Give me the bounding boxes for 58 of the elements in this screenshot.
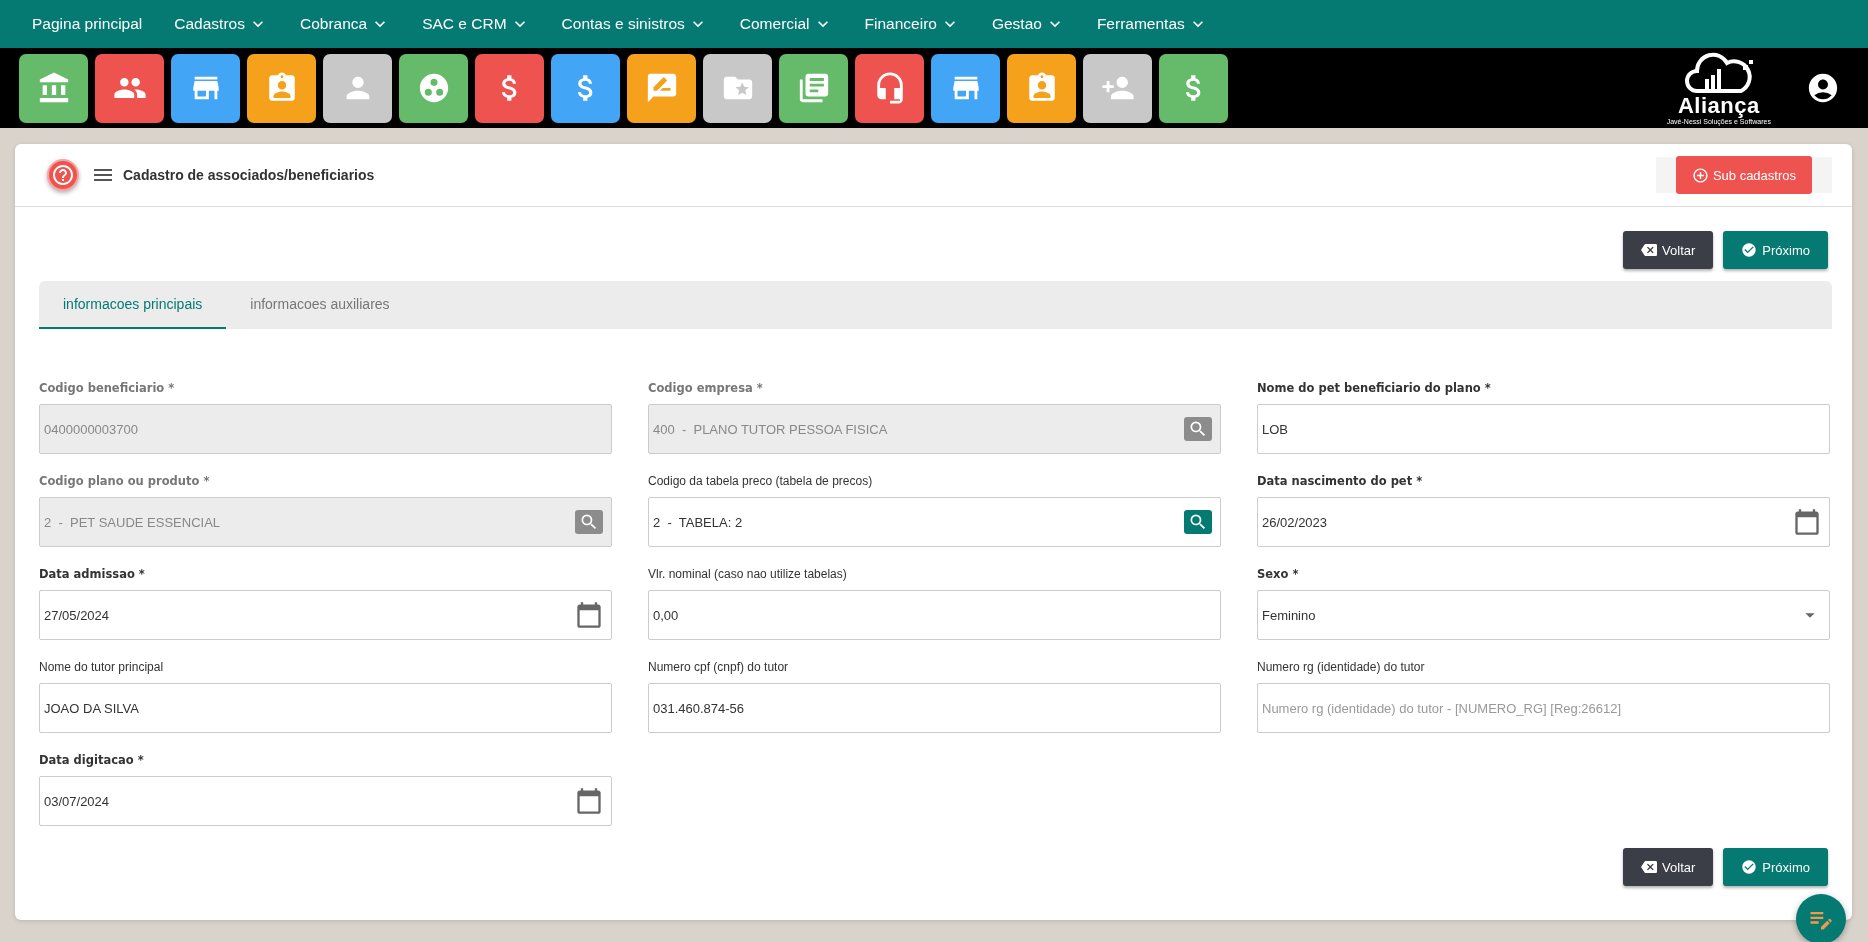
calendar-icon[interactable]	[1793, 508, 1821, 536]
nav-menu-item[interactable]: SAC e CRM	[408, 14, 544, 34]
next-button[interactable]: Próximo	[1723, 231, 1828, 269]
field-label: Nome do pet beneficiario do plano *	[1257, 381, 1492, 395]
toolbar-shortcut-button[interactable]	[1007, 53, 1076, 123]
nav-menu-item[interactable]: Ferramentas	[1082, 14, 1222, 34]
toolbar-shortcut-button[interactable]	[475, 53, 544, 123]
toolbar-shortcut-button[interactable]	[323, 53, 392, 123]
toolbar-shortcut-button[interactable]	[931, 53, 1000, 123]
field-label: Data admissao *	[39, 567, 146, 581]
help-button[interactable]	[47, 159, 79, 191]
help-icon	[51, 163, 75, 187]
toolbar-shortcut-button[interactable]	[627, 53, 696, 123]
backspace-icon	[1641, 859, 1658, 875]
user-account-icon[interactable]	[1806, 71, 1840, 105]
toolbar-shortcut-button[interactable]	[703, 53, 772, 123]
page-title: Cadastro de associados/beneficiarios	[123, 167, 375, 183]
field-label: Codigo plano ou produto *	[39, 474, 211, 488]
toolbar-shortcut-button[interactable]	[1159, 53, 1228, 123]
toolbar-shortcut-button[interactable]	[551, 53, 620, 123]
toolbar-shortcut-button[interactable]	[1083, 53, 1152, 123]
toolbar-shortcut-button[interactable]	[247, 53, 316, 123]
nav-menu-item[interactable]: Financeiro	[850, 14, 974, 34]
toolbar-shortcut-button[interactable]	[855, 53, 924, 123]
toolbar-shortcut-button[interactable]	[171, 53, 240, 123]
field-label: Sexo *	[1257, 567, 1300, 581]
field-label: Numero rg (identidade) do tutor	[1257, 660, 1426, 674]
field-label: Data nascimento do pet *	[1257, 474, 1424, 488]
next-button[interactable]: Próximo	[1723, 848, 1828, 886]
nav-menu-item[interactable]: Gestao	[977, 14, 1079, 34]
field-label: Nome do tutor principal	[39, 660, 165, 674]
backspace-icon	[1641, 242, 1658, 258]
field-label: Numero cpf (cnpf) do tutor	[648, 660, 790, 674]
logo-name: Aliança	[1677, 94, 1760, 117]
field-label: Codigo beneficiario *	[39, 381, 176, 395]
nav-menu-item[interactable]: Cadastros	[160, 14, 282, 34]
field-label: Data digitacao *	[39, 753, 145, 767]
toolbar-shortcut-button[interactable]	[779, 53, 848, 123]
tab[interactable]: informacoes principais	[39, 281, 227, 329]
toolbar-shortcut-button[interactable]	[19, 53, 88, 123]
search-button[interactable]	[1184, 510, 1212, 534]
nav-menu-item[interactable]: Comercial	[725, 14, 847, 34]
nav-menu-item[interactable]: Pagina principal	[18, 15, 157, 33]
calendar-icon[interactable]	[575, 787, 603, 815]
search-icon	[1188, 512, 1208, 532]
search-icon	[579, 512, 599, 532]
tab[interactable]: informacoes auxiliares	[226, 281, 414, 329]
nav-menu-item[interactable]: Cobranca	[285, 14, 405, 34]
calendar-icon[interactable]	[575, 601, 603, 629]
field-label: Codigo da tabela preco (tabela de precos)	[648, 474, 874, 488]
field-label: Vlr. nominal (caso nao utilize tabelas)	[648, 567, 848, 581]
search-icon	[1188, 419, 1208, 439]
back-button[interactable]: Voltar	[1623, 231, 1714, 269]
nav-menu-item[interactable]: Contas e sinistros	[547, 14, 722, 34]
field-label: Codigo empresa *	[648, 381, 764, 395]
toolbar-shortcut-button[interactable]	[95, 53, 164, 123]
toolbar-shortcut-button[interactable]	[399, 53, 468, 123]
back-button[interactable]: Voltar	[1623, 848, 1714, 886]
